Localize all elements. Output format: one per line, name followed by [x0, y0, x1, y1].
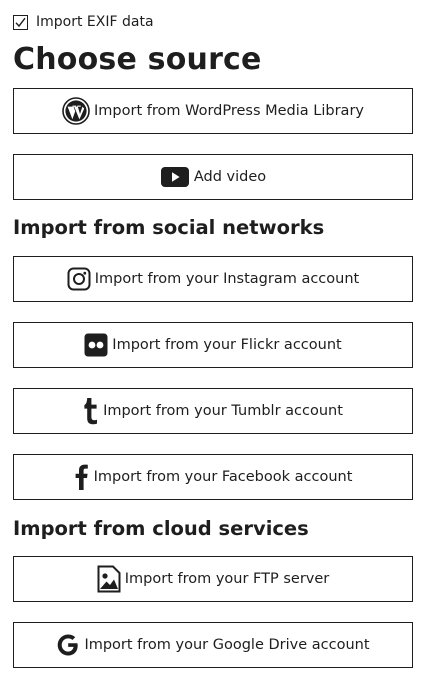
- flickr-import-label: Import from your Flickr account: [112, 337, 342, 353]
- import-exif-checkbox[interactable]: [13, 14, 28, 30]
- add-video-button[interactable]: Add video: [13, 154, 413, 200]
- youtube-icon: [160, 166, 190, 188]
- page-title: Choose source: [13, 42, 262, 77]
- instagram-import-label: Import from your Instagram account: [94, 271, 360, 287]
- flickr-icon: [84, 333, 108, 357]
- social-networks-heading: Import from social networks: [13, 216, 325, 239]
- google-icon: [56, 633, 80, 657]
- tumblr-import-label: Import from your Tumblr account: [103, 403, 343, 419]
- checkmark-icon: [15, 17, 26, 27]
- tumblr-icon: [83, 397, 99, 425]
- cloud-services-heading: Import from cloud services: [13, 517, 309, 540]
- ftp-import-label: Import from your FTP server: [124, 571, 330, 587]
- wordpress-media-library-button[interactable]: Import from WordPress Media Library: [13, 88, 413, 134]
- instagram-icon: [67, 267, 91, 291]
- add-video-label: Add video: [193, 169, 267, 185]
- google-drive-import-label: Import from your Google Drive account: [84, 637, 370, 653]
- facebook-icon: [74, 463, 90, 491]
- wordpress-icon: [62, 97, 90, 125]
- import-exif-option[interactable]: Import EXIF data: [13, 12, 413, 32]
- image-file-icon: [97, 565, 121, 593]
- google-drive-import-button[interactable]: Import from your Google Drive account: [13, 622, 413, 668]
- flickr-import-button[interactable]: Import from your Flickr account: [13, 322, 413, 368]
- import-exif-label: Import EXIF data: [36, 14, 154, 30]
- facebook-import-label: Import from your Facebook account: [93, 469, 353, 485]
- wordpress-media-library-label: Import from WordPress Media Library: [94, 103, 364, 119]
- import-source-panel: Import EXIF data Choose source Import fr…: [13, 12, 413, 668]
- tumblr-import-button[interactable]: Import from your Tumblr account: [13, 388, 413, 434]
- ftp-import-button[interactable]: Import from your FTP server: [13, 556, 413, 602]
- instagram-import-button[interactable]: Import from your Instagram account: [13, 256, 413, 302]
- facebook-import-button[interactable]: Import from your Facebook account: [13, 454, 413, 500]
